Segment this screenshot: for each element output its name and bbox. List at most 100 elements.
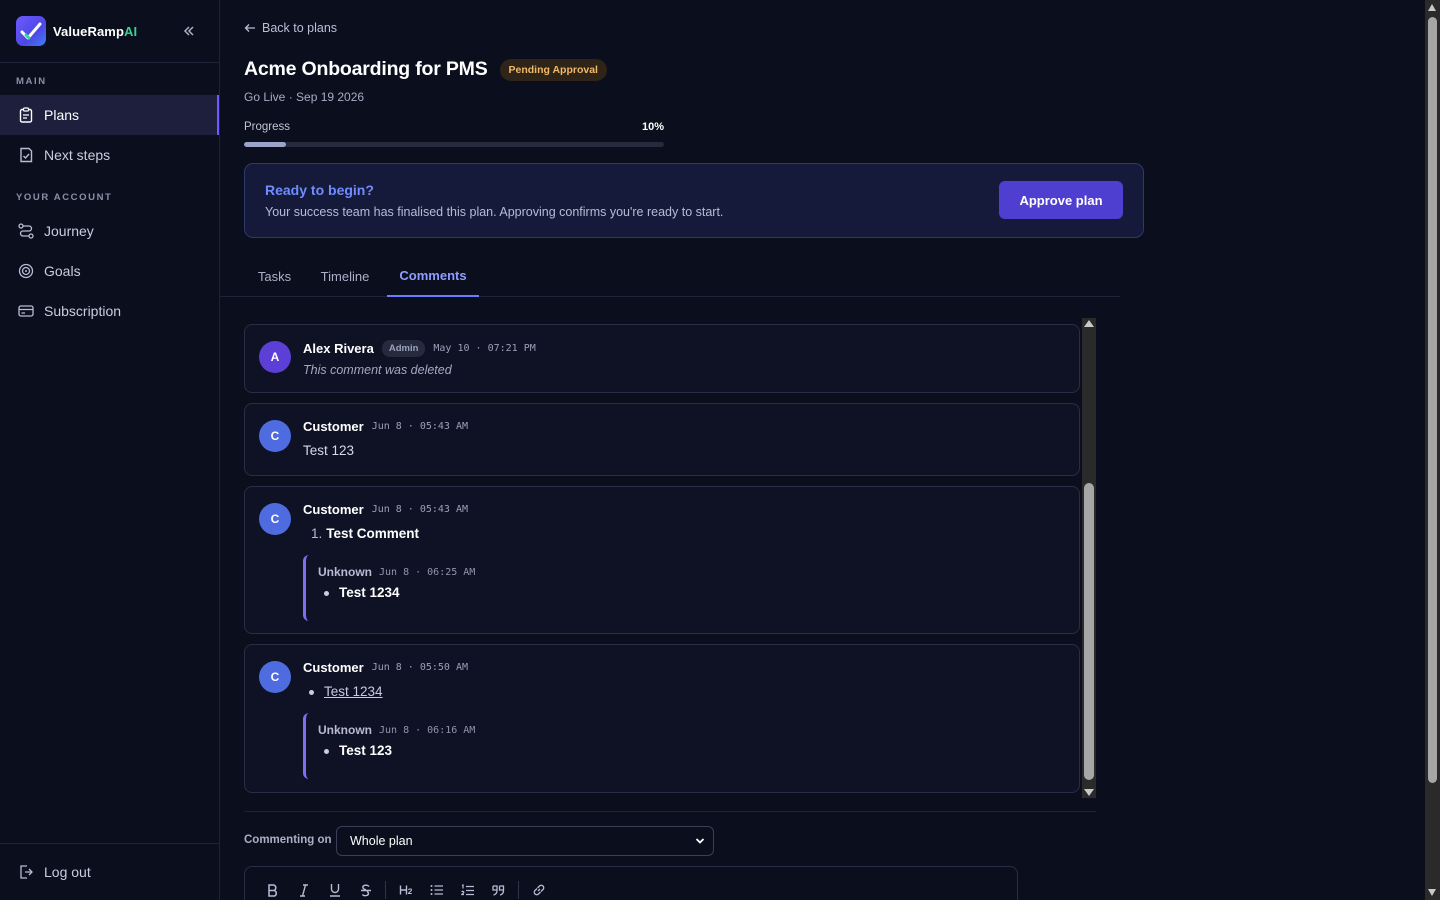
comment-author: Customer: [303, 419, 364, 434]
comment-timestamp: May 10 · 07:21 PM: [433, 343, 536, 354]
section-label-main: MAIN: [16, 76, 47, 87]
comment-body: 1. Test Comment: [311, 526, 419, 541]
scope-select-value: Whole plan: [350, 834, 413, 848]
strikethrough-icon[interactable]: [350, 879, 381, 900]
comment-card: A Alex Rivera Admin May 10 · 07:21 PM Th…: [244, 324, 1080, 393]
comment-header: Customer Jun 8 · 05:43 AM: [303, 502, 468, 517]
list-number: 1.: [311, 526, 323, 541]
brand-logo[interactable]: [16, 16, 46, 46]
comment-author: Customer: [303, 660, 364, 675]
comment-timestamp: Jun 8 · 05:43 AM: [371, 504, 469, 515]
sidebar: ValueRampAI MAIN Plans Next steps YOUR A…: [0, 0, 220, 900]
sidebar-item-label: Plans: [44, 107, 80, 123]
comment-header: Alex Rivera Admin May 10 · 07:21 PM: [303, 340, 536, 357]
sidebar-item-next-steps[interactable]: Next steps: [0, 135, 219, 175]
link-icon[interactable]: [523, 879, 554, 900]
page-title: Acme Onboarding for PMS: [244, 58, 488, 80]
chevron-down-icon: [695, 836, 705, 846]
scrollbar-thumb[interactable]: [1084, 483, 1094, 780]
underline-icon[interactable]: [319, 879, 350, 900]
brand: ValueRampAI: [0, 0, 219, 63]
back-link-label: Back to plans: [262, 21, 338, 35]
logout-label: Log out: [44, 864, 91, 880]
banner-text: Your success team has finalised this pla…: [265, 205, 724, 219]
sidebar-footer: Log out: [0, 843, 219, 900]
comment-deleted-text: This comment was deleted: [303, 363, 452, 377]
comment-header: Customer Jun 8 · 05:50 AM: [303, 660, 468, 675]
reply-timestamp: Jun 8 · 06:25 AM: [379, 566, 476, 578]
reply-author: Unknown: [318, 565, 372, 579]
sidebar-item-label: Subscription: [44, 303, 122, 319]
go-live-date: Go Live · Sep 19 2026: [244, 90, 365, 104]
sidebar-item-subscription[interactable]: Subscription: [0, 291, 219, 331]
toolbar-divider: [518, 881, 519, 899]
comment-author: Alex Rivera: [303, 341, 374, 356]
scroll-down-icon[interactable]: [1084, 789, 1094, 796]
sidebar-item-label: Goals: [44, 263, 81, 279]
heading-icon[interactable]: [390, 879, 421, 900]
avatar: C: [259, 661, 291, 693]
sidebar-item-goals[interactable]: Goals: [0, 251, 219, 291]
comment-body-text: Test Comment: [326, 526, 420, 541]
back-to-plans-link[interactable]: Back to plans: [244, 21, 337, 35]
reply-timestamp: Jun 8 · 06:16 AM: [379, 724, 476, 736]
bullet: [309, 689, 314, 695]
reply-body: Test 1234: [324, 585, 400, 600]
sidebar-item-label: Journey: [44, 223, 94, 239]
editor-toolbar: [257, 879, 554, 900]
comment-body: Test 1234: [309, 684, 383, 699]
page-scrollbar[interactable]: [1425, 0, 1440, 900]
tab-tasks[interactable]: Tasks: [244, 255, 305, 297]
avatar: C: [259, 503, 291, 535]
brand-name: ValueRampAI: [53, 23, 138, 39]
comment-scope-select[interactable]: Whole plan: [336, 826, 714, 856]
progress-value: 10%: [642, 121, 665, 133]
status-badge: Pending Approval: [499, 58, 607, 81]
reply-author: Unknown: [318, 723, 372, 737]
reply-header: Unknown Jun 8 · 06:25 AM: [318, 565, 475, 579]
credit-card-icon: [18, 303, 34, 319]
progress-label: Progress: [244, 121, 291, 133]
title-row: Acme Onboarding for PMS Pending Approval: [244, 58, 607, 81]
comment-link[interactable]: Test 1234: [324, 684, 383, 699]
comments-scrollbar[interactable]: [1082, 318, 1096, 798]
numbered-list-icon[interactable]: [452, 879, 483, 900]
main-content: Back to plans Acme Onboarding for PMS Pe…: [220, 0, 1425, 900]
scrollbar-thumb[interactable]: [1428, 17, 1437, 783]
route-icon: [18, 223, 34, 239]
progress-bar-fill: [244, 142, 286, 147]
comment-card: C Customer Jun 8 · 05:43 AM 1. Test Comme…: [244, 486, 1080, 634]
quote-icon[interactable]: [483, 879, 514, 900]
scroll-up-icon[interactable]: [1084, 320, 1094, 327]
tab-timeline[interactable]: Timeline: [311, 255, 379, 297]
bullet: [324, 590, 329, 596]
comment-card: C Customer Jun 8 · 05:43 AM Test 123: [244, 403, 1080, 476]
comment-editor[interactable]: [244, 866, 1018, 900]
approve-plan-button[interactable]: Approve plan: [999, 181, 1123, 219]
tab-comments[interactable]: Comments: [387, 255, 479, 297]
comments-list[interactable]: A Alex Rivera Admin May 10 · 07:21 PM Th…: [244, 318, 1104, 798]
comment-body: Test 123: [303, 443, 355, 458]
logout-button[interactable]: Log out: [0, 852, 219, 892]
bold-icon[interactable]: [257, 879, 288, 900]
sidebar-item-journey[interactable]: Journey: [0, 211, 219, 251]
avatar: A: [259, 341, 291, 373]
scroll-up-icon[interactable]: [1428, 4, 1436, 11]
comment-header: Customer Jun 8 · 05:43 AM: [303, 419, 468, 434]
italic-icon[interactable]: [288, 879, 319, 900]
bullet: [324, 748, 329, 754]
plan-tabs: Tasks Timeline Comments: [220, 255, 1120, 297]
avatar: C: [259, 420, 291, 452]
approval-banner: Ready to begin? Your success team has fi…: [244, 163, 1144, 238]
checklist-icon: [18, 147, 34, 163]
sidebar-item-plans[interactable]: Plans: [0, 95, 219, 135]
target-icon: [18, 263, 34, 279]
bullet-list-icon[interactable]: [421, 879, 452, 900]
reply-thread: Unknown Jun 8 · 06:16 AM Test 123: [303, 713, 1063, 779]
comment-timestamp: Jun 8 · 05:50 AM: [371, 662, 469, 673]
scroll-down-icon[interactable]: [1428, 889, 1436, 896]
comment-timestamp: Jun 8 · 05:43 AM: [371, 421, 469, 432]
collapse-sidebar-icon[interactable]: [181, 22, 197, 40]
commenting-on-label: Commenting on: [244, 834, 332, 846]
arrow-left-icon: [244, 23, 256, 33]
